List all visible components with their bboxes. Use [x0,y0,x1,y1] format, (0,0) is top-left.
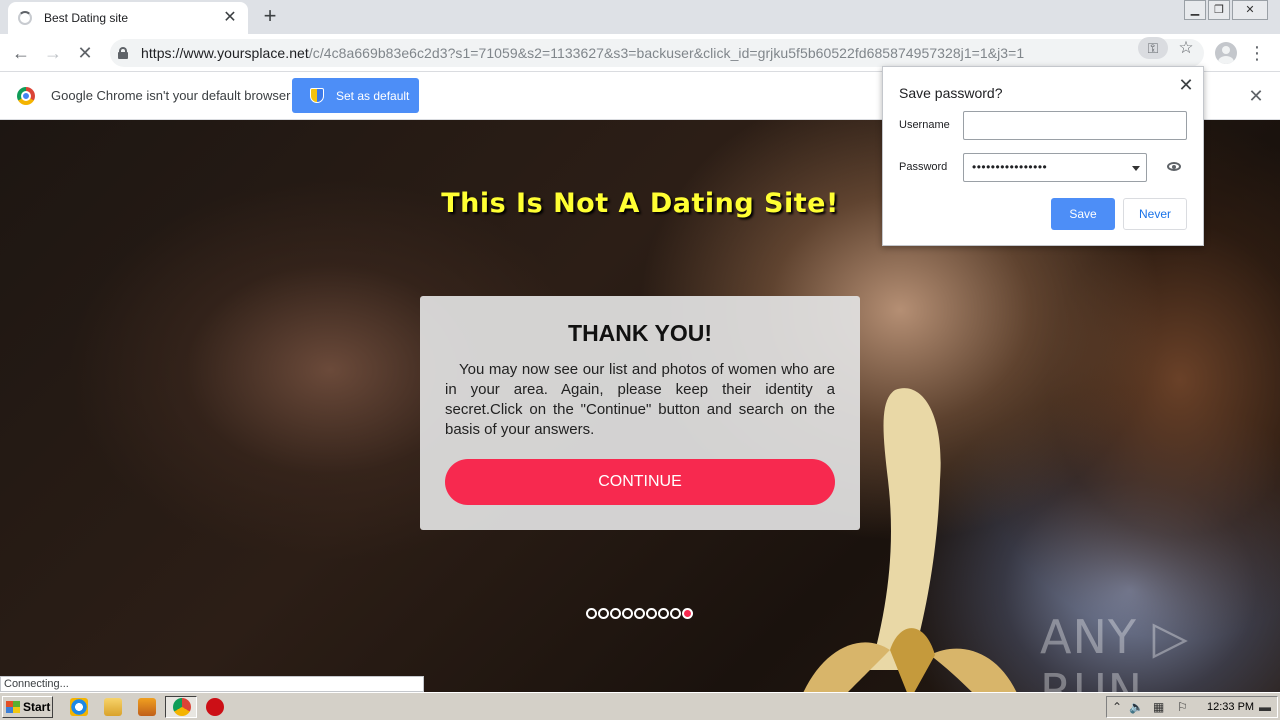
progress-dot [598,608,609,619]
chrome-logo-icon [17,87,35,105]
progress-dot [610,608,621,619]
infobar-message: Google Chrome isn't your default browser [51,88,291,103]
taskbar-chrome-button[interactable] [165,696,197,718]
progress-dot [634,608,645,619]
windows-logo-icon [6,701,20,713]
progress-dot [658,608,669,619]
tab-close-icon[interactable]: ✕ [222,10,238,26]
password-value: •••••••••••••••• [972,160,1048,174]
loading-spinner-icon [18,11,32,25]
continue-button[interactable]: CONTINUE [445,459,835,505]
volume-icon[interactable]: 🔈 [1129,700,1144,714]
progress-dot [586,608,597,619]
save-password-dialog: Save password? ✕ Username Password •••••… [882,66,1204,246]
restore-button[interactable]: ❐ [1208,0,1230,20]
username-field[interactable] [963,111,1187,140]
start-button[interactable]: Start [2,696,53,718]
dialog-close-icon[interactable]: ✕ [1177,75,1195,96]
dialog-title: Save password? [899,85,1003,101]
save-button[interactable]: Save [1051,198,1115,230]
stop-loading-icon[interactable]: ✕ [72,40,98,66]
uac-shield-icon [310,88,324,103]
dropdown-caret-icon [1132,166,1140,171]
progress-dot [646,608,657,619]
progress-dot [622,608,633,619]
progress-dots [586,608,693,620]
tab-strip: Best Dating site ✕ + ▁ ❐ ✕ [0,0,1280,34]
set-as-default-button[interactable]: Set as default [292,78,419,113]
progress-dot [682,608,693,619]
password-label: Password [899,161,948,173]
never-button[interactable]: Never [1123,198,1187,230]
tray-expand-icon[interactable]: ⌃ [1112,700,1122,714]
key-icon[interactable]: ⚿ [1138,37,1168,59]
show-desktop-icon[interactable]: ▬ [1259,700,1271,714]
tab-best-dating-site[interactable]: Best Dating site ✕ [8,2,248,34]
lock-icon [118,47,128,59]
menu-kebab-icon[interactable]: ⋮ [1248,40,1266,66]
opera-icon[interactable] [206,698,224,716]
minimize-button[interactable]: ▁ [1184,0,1206,20]
status-bubble: Connecting... [0,676,424,692]
windows-taskbar: Start ⌃ 🔈 ▦ ⚐ 12:33 PM ▬ [0,692,1280,720]
password-select[interactable]: •••••••••••••••• [963,153,1147,182]
card-title: THANK YOU! [568,320,712,346]
set-as-default-label: Set as default [336,88,410,103]
eye-icon[interactable] [1167,162,1181,171]
card-text: You may now see our list and photos of w… [445,361,835,438]
forward-arrow-icon[interactable]: → [40,40,66,66]
new-tab-button[interactable]: + [258,4,282,28]
address-bar[interactable]: https://www.yoursplace.net/c/4c8a669b83e… [110,39,1204,67]
folder-icon[interactable] [104,698,122,716]
url-path: /c/4c8a669b83e6c2d3?s1=71059&s2=1133627&… [308,45,1025,61]
url-host: https://www.yoursplace.net [141,45,309,61]
network-icon[interactable]: ▦ [1153,700,1164,714]
url-text: https://www.yoursplace.net/c/4c8a669b83e… [141,45,1024,61]
anyrun-watermark: ANY ▷ RUN [1040,610,1189,692]
start-label: Start [23,700,51,714]
profile-avatar-icon[interactable] [1215,42,1237,64]
bookmark-star-icon[interactable]: ☆ [1176,37,1196,59]
back-arrow-icon[interactable]: ← [8,40,34,66]
system-tray: ⌃ 🔈 ▦ ⚐ 12:33 PM ▬ [1106,696,1278,718]
clock: 12:33 PM [1207,701,1255,713]
flag-icon[interactable]: ⚐ [1177,700,1188,714]
media-player-icon[interactable] [138,698,156,716]
progress-dot [670,608,681,619]
username-label: Username [899,119,950,131]
window-close-button[interactable]: ✕ [1232,0,1268,20]
chrome-taskbar-icon [173,698,191,716]
infobar-close-icon[interactable]: ✕ [1246,86,1266,107]
internet-explorer-icon[interactable] [70,698,88,716]
thank-you-card: THANK YOU! You may now see our list and … [420,296,860,530]
tab-title: Best Dating site [44,11,129,25]
